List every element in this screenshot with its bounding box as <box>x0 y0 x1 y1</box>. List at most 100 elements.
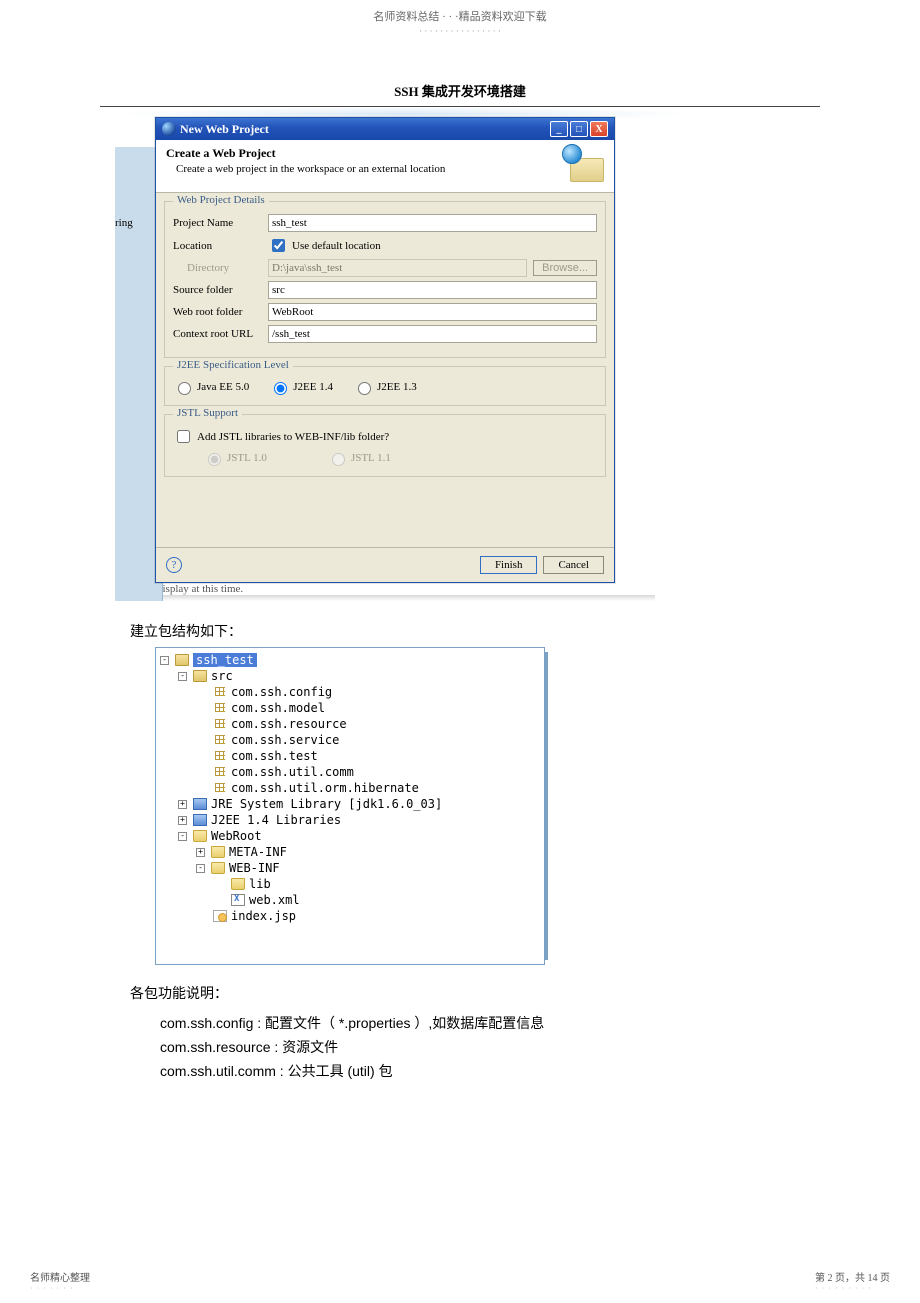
desc-title: 各包功能说明： <box>130 983 820 1003</box>
radio-j2ee13[interactable] <box>358 382 371 395</box>
desc-config: com.ssh.config : 配置文件（ *.properties ）,如数… <box>160 1013 820 1033</box>
banner-title: Create a Web Project <box>166 146 445 161</box>
footer-right: 第 2 页，共 14 页 · · · · · · · · · <box>815 1269 890 1293</box>
package-icon <box>213 750 227 762</box>
checkbox-default-location[interactable] <box>272 239 285 252</box>
label-directory: Directory <box>173 262 268 274</box>
project-icon <box>175 654 189 666</box>
explorer-ring-label: ring <box>115 217 133 229</box>
group-j2ee-spec: J2EE Specification Level Java EE 5.0 J2E… <box>164 366 606 406</box>
footer-left-dots: · · · · · · · <box>30 1284 90 1293</box>
group-web-project-details: Web Project Details Project Name Locatio… <box>164 201 606 358</box>
legend-jstl: JSTL Support <box>173 407 242 419</box>
label-jstl11: JSTL 1.1 <box>351 452 391 464</box>
library-icon <box>193 814 207 826</box>
tree-jre[interactable]: JRE System Library [jdk1.6.0_03] <box>211 797 442 811</box>
src-folder-icon <box>193 670 207 682</box>
label-project-name: Project Name <box>173 217 268 229</box>
window-title: New Web Project <box>180 122 269 137</box>
toggle-plus-icon[interactable]: + <box>178 816 187 825</box>
footer-left: 名师精心整理 · · · · · · · <box>30 1269 90 1293</box>
tree-pkg-config[interactable]: com.ssh.config <box>231 685 332 699</box>
footer-page-number: 第 2 页，共 14 页 <box>815 1269 890 1284</box>
banner: Create a Web Project Create a web projec… <box>156 140 614 193</box>
header-line2: · · · · · · · · · · · · · · · · <box>0 26 920 36</box>
radio-j2ee14[interactable] <box>274 382 287 395</box>
tree-src[interactable]: src <box>211 669 233 683</box>
tree-pkg-test[interactable]: com.ssh.test <box>231 749 318 763</box>
library-icon <box>193 798 207 810</box>
legend-j2ee: J2EE Specification Level <box>173 359 293 371</box>
banner-desc: Create a web project in the workspace or… <box>176 163 445 175</box>
toggle-minus-icon[interactable]: - <box>160 656 169 665</box>
browse-button: Browse... <box>533 260 597 276</box>
label-source-folder: Source folder <box>173 284 268 296</box>
titlebar: New Web Project _ □ X <box>156 118 614 140</box>
dialog-screenshot: lorer ring New Web Project _ □ X Create … <box>155 117 655 601</box>
label-context-root: Context root URL <box>173 328 268 340</box>
input-project-name[interactable] <box>268 214 597 232</box>
folder-icon <box>211 846 225 858</box>
tree-meta-inf[interactable]: META-INF <box>229 845 287 859</box>
xml-file-icon <box>231 894 245 906</box>
package-icon <box>213 782 227 794</box>
section-tree-title: 建立包结构如下： <box>130 621 820 641</box>
tree-pkg-resource[interactable]: com.ssh.resource <box>231 717 347 731</box>
input-context-root[interactable] <box>268 325 597 343</box>
label-javaee5: Java EE 5.0 <box>197 381 249 393</box>
label-jstl10: JSTL 1.0 <box>227 452 267 464</box>
dialog-footer: ? Finish Cancel <box>156 547 614 582</box>
input-web-root[interactable] <box>268 303 597 321</box>
label-default-location: Use default location <box>292 240 381 252</box>
input-directory <box>268 259 527 277</box>
folder-icon <box>231 878 245 890</box>
tree-j2ee-lib[interactable]: J2EE 1.4 Libraries <box>211 813 341 827</box>
folder-globe-icon <box>564 146 604 182</box>
tree-pkg-service[interactable]: com.ssh.service <box>231 733 339 747</box>
package-icon <box>213 702 227 714</box>
finish-button[interactable]: Finish <box>480 556 538 574</box>
tree-web-inf[interactable]: WEB-INF <box>229 861 280 875</box>
desc-resource: com.ssh.resource : 资源文件 <box>160 1037 820 1057</box>
package-icon <box>213 718 227 730</box>
folder-icon <box>211 862 225 874</box>
label-j2ee14: J2EE 1.4 <box>293 381 333 393</box>
status-line: display at this time. <box>155 583 655 595</box>
desc-util: com.ssh.util.comm : 公共工具 (util) 包 <box>160 1061 820 1081</box>
checkbox-jstl[interactable] <box>177 430 190 443</box>
toggle-minus-icon[interactable]: - <box>178 832 187 841</box>
tree-webroot[interactable]: WebRoot <box>211 829 262 843</box>
radio-javaee5[interactable] <box>178 382 191 395</box>
package-icon <box>213 766 227 778</box>
tree-pkg-util-comm[interactable]: com.ssh.util.comm <box>231 765 354 779</box>
minimize-button[interactable]: _ <box>550 121 568 137</box>
radio-jstl10 <box>208 453 221 466</box>
toggle-plus-icon[interactable]: + <box>178 800 187 809</box>
maximize-button[interactable]: □ <box>570 121 588 137</box>
toggle-minus-icon[interactable]: - <box>196 864 205 873</box>
page-header: 名师资料总结 · · ·精品资料欢迎下载 · · · · · · · · · ·… <box>0 0 920 36</box>
header-line1: 名师资料总结 · · ·精品资料欢迎下载 <box>0 8 920 24</box>
package-tree: -ssh_test -src com.ssh.config com.ssh.mo… <box>155 647 545 965</box>
input-source-folder[interactable] <box>268 281 597 299</box>
label-j2ee13: J2EE 1.3 <box>377 381 417 393</box>
cancel-button[interactable]: Cancel <box>543 556 604 574</box>
package-icon <box>213 686 227 698</box>
help-icon[interactable]: ? <box>166 557 182 573</box>
tree-index-jsp[interactable]: index.jsp <box>231 909 296 923</box>
tree-lib[interactable]: lib <box>249 877 271 891</box>
tree-pkg-util-hib[interactable]: com.ssh.util.orm.hibernate <box>231 781 419 795</box>
label-jstl-add: Add JSTL libraries to WEB-INF/lib folder… <box>197 431 389 443</box>
footer-left-text: 名师精心整理 <box>30 1269 90 1284</box>
group-jstl: JSTL Support Add JSTL libraries to WEB-I… <box>164 414 606 477</box>
folder-icon <box>193 830 207 842</box>
toggle-minus-icon[interactable]: - <box>178 672 187 681</box>
close-button[interactable]: X <box>590 121 608 137</box>
tree-pkg-model[interactable]: com.ssh.model <box>231 701 325 715</box>
tree-web-xml[interactable]: web.xml <box>249 893 300 907</box>
tree-root[interactable]: ssh_test <box>193 653 257 667</box>
jsp-file-icon <box>213 910 227 922</box>
document-title: SSH 集成开发环境搭建 <box>0 81 920 106</box>
toggle-plus-icon[interactable]: + <box>196 848 205 857</box>
legend-details: Web Project Details <box>173 194 269 206</box>
